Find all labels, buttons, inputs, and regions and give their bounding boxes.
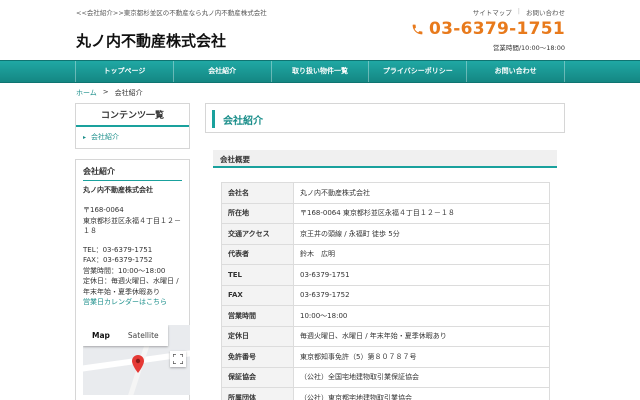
tel-line: TEL：03-6379-1751: [83, 245, 153, 254]
company-profile-table: 会社名 丸ノ内不動産株式会社 所在地 〒168-0064 東京都杉並区永福４丁目１２…: [221, 182, 550, 400]
company-name: 丸ノ内不動産株式会社: [83, 186, 153, 194]
map-tab[interactable]: Map: [83, 325, 119, 346]
row-key: 免許番号: [221, 346, 294, 368]
row-value: 03-6379-1752: [293, 284, 550, 306]
contents-title: コンテンツ一覧: [76, 104, 189, 127]
global-nav: トップページ 会社紹介 取り扱い物件一覧 プライバシーポリシー お問い合わせ: [0, 60, 640, 83]
row-value: 鈴木 広明: [293, 243, 550, 265]
table-row: 定休日 毎週火曜日、水曜日 / 年末年始・夏季休暇あり: [221, 325, 550, 347]
row-value: 京王井の頭線 / 永福町 徒歩 5分: [293, 223, 550, 245]
section-heading: 会社概要: [213, 150, 557, 168]
business-hours: 営業時間/10:00〜18:00: [492, 44, 565, 52]
breadcrumb-home[interactable]: ホーム: [76, 88, 97, 98]
row-value: 03-6379-1751: [293, 264, 550, 286]
table-row: 所属団体 （公社）東京都宅地建物取引業協会: [221, 387, 550, 400]
row-key: 営業時間: [221, 305, 294, 327]
sidebar-item-label: 会社紹介: [91, 133, 120, 141]
address-line-1: 東京都杉並区永福４丁目１２－: [83, 216, 181, 225]
row-value: 丸ノ内不動産株式会社: [293, 182, 550, 204]
site-title[interactable]: 丸ノ内不動産株式会社: [76, 30, 226, 51]
row-key: 会社名: [221, 182, 294, 204]
row-key: 代表者: [221, 243, 294, 265]
table-row: TEL 03-6379-1751: [221, 264, 550, 286]
row-value: 〒168-0064 東京都杉並区永福４丁目１２－１８: [293, 202, 550, 224]
row-value: 毎週火曜日、水曜日 / 年末年始・夏季休暇あり: [293, 325, 550, 347]
row-value: （公社）東京都宅地建物取引業協会: [293, 387, 550, 400]
nav-item-top[interactable]: トップページ: [75, 61, 174, 82]
table-row: 会社名 丸ノ内不動産株式会社: [221, 182, 550, 204]
fullscreen-icon[interactable]: [170, 351, 186, 367]
main-content: 会社紹介 会社概要 会社名 丸ノ内不動産株式会社 所在地 〒168-0064 東京都…: [205, 103, 565, 400]
table-row: 所在地 〒168-0064 東京都杉並区永福４丁目１２－１８: [221, 202, 550, 224]
map-pin-icon[interactable]: [132, 355, 144, 373]
section-title: 会社概要: [220, 155, 250, 164]
page-title: 会社紹介: [223, 116, 263, 127]
header-tagline: <<会社紹介>>東京都杉並区の不動産なら丸ノ内不動産株式会社: [76, 9, 267, 17]
nav-item-contact[interactable]: お問い合わせ: [467, 61, 565, 82]
sidebar: コンテンツ一覧 ▸ 会社紹介 会社紹介 丸ノ内不動産株式会社 〒168-0064…: [75, 103, 190, 400]
google-map[interactable]: nman-gu Map Satellite: [83, 325, 190, 395]
nav-item-privacy[interactable]: プライバシーポリシー: [369, 61, 468, 82]
row-key: 定休日: [221, 325, 294, 347]
phone-icon: [412, 24, 423, 34]
table-row: 保証協会 （公社）全国宅地建物取引業保証協会: [221, 366, 550, 388]
nav-item-properties[interactable]: 取り扱い物件一覧: [272, 61, 370, 82]
table-row: 代表者 鈴木 広明: [221, 243, 550, 265]
table-row: FAX 03-6379-1752: [221, 284, 550, 306]
breadcrumb: ホーム > 会社紹介: [76, 88, 143, 98]
row-value: 東京都知事免許（5）第８０７８７号: [293, 346, 550, 368]
sitemap-link[interactable]: サイトマップ: [473, 7, 512, 17]
breadcrumb-current: 会社紹介: [114, 89, 143, 97]
row-key: 交通アクセス: [221, 223, 294, 245]
breadcrumb-separator: >: [102, 88, 109, 96]
table-row: 交通アクセス 京王井の頭線 / 永福町 徒歩 5分: [221, 223, 550, 245]
header-utility-links: サイトマップ | お問い合わせ: [473, 7, 565, 17]
hours-line: 営業時間：10:00〜18:00: [83, 266, 166, 275]
row-key: 所在地: [221, 202, 294, 224]
holiday-line-2: 年末年始・夏季休暇あり: [83, 287, 160, 296]
row-key: TEL: [221, 264, 294, 286]
contact-link[interactable]: お問い合わせ: [526, 7, 565, 17]
fax-line: FAX：03-6379-1752: [83, 256, 153, 264]
map-type-tabs: Map Satellite: [83, 325, 168, 346]
company-box-title: 会社紹介: [83, 166, 182, 181]
bullet-icon: ▸: [83, 133, 87, 141]
header-phone[interactable]: 03-6379-1751: [411, 19, 565, 39]
zip-code: 〒168-0064: [83, 206, 124, 214]
contents-box: コンテンツ一覧 ▸ 会社紹介: [75, 103, 190, 149]
row-key: 所属団体: [221, 387, 294, 400]
nav-item-company[interactable]: 会社紹介: [174, 61, 272, 82]
holiday-line-1: 定休日：毎週火曜日、水曜日 /: [83, 277, 179, 285]
row-key: 保証協会: [221, 366, 294, 388]
satellite-tab[interactable]: Satellite: [119, 325, 168, 346]
table-row: 免許番号 東京都知事免許（5）第８０７８７号: [221, 346, 550, 368]
table-row: 営業時間 10:00〜18:00: [221, 305, 550, 327]
phone-number: 03-6379-1751: [429, 19, 565, 39]
page-heading: 会社紹介: [205, 103, 565, 133]
calendar-link[interactable]: 営業日カレンダーはこちら: [83, 297, 182, 308]
address-line-2: １８: [83, 227, 97, 235]
row-value: （公社）全国宅地建物取引業保証協会: [293, 366, 550, 388]
link-divider: |: [517, 7, 520, 15]
row-key: FAX: [221, 284, 294, 306]
sidebar-item-company[interactable]: ▸ 会社紹介: [76, 127, 189, 148]
row-value: 10:00〜18:00: [293, 305, 550, 327]
